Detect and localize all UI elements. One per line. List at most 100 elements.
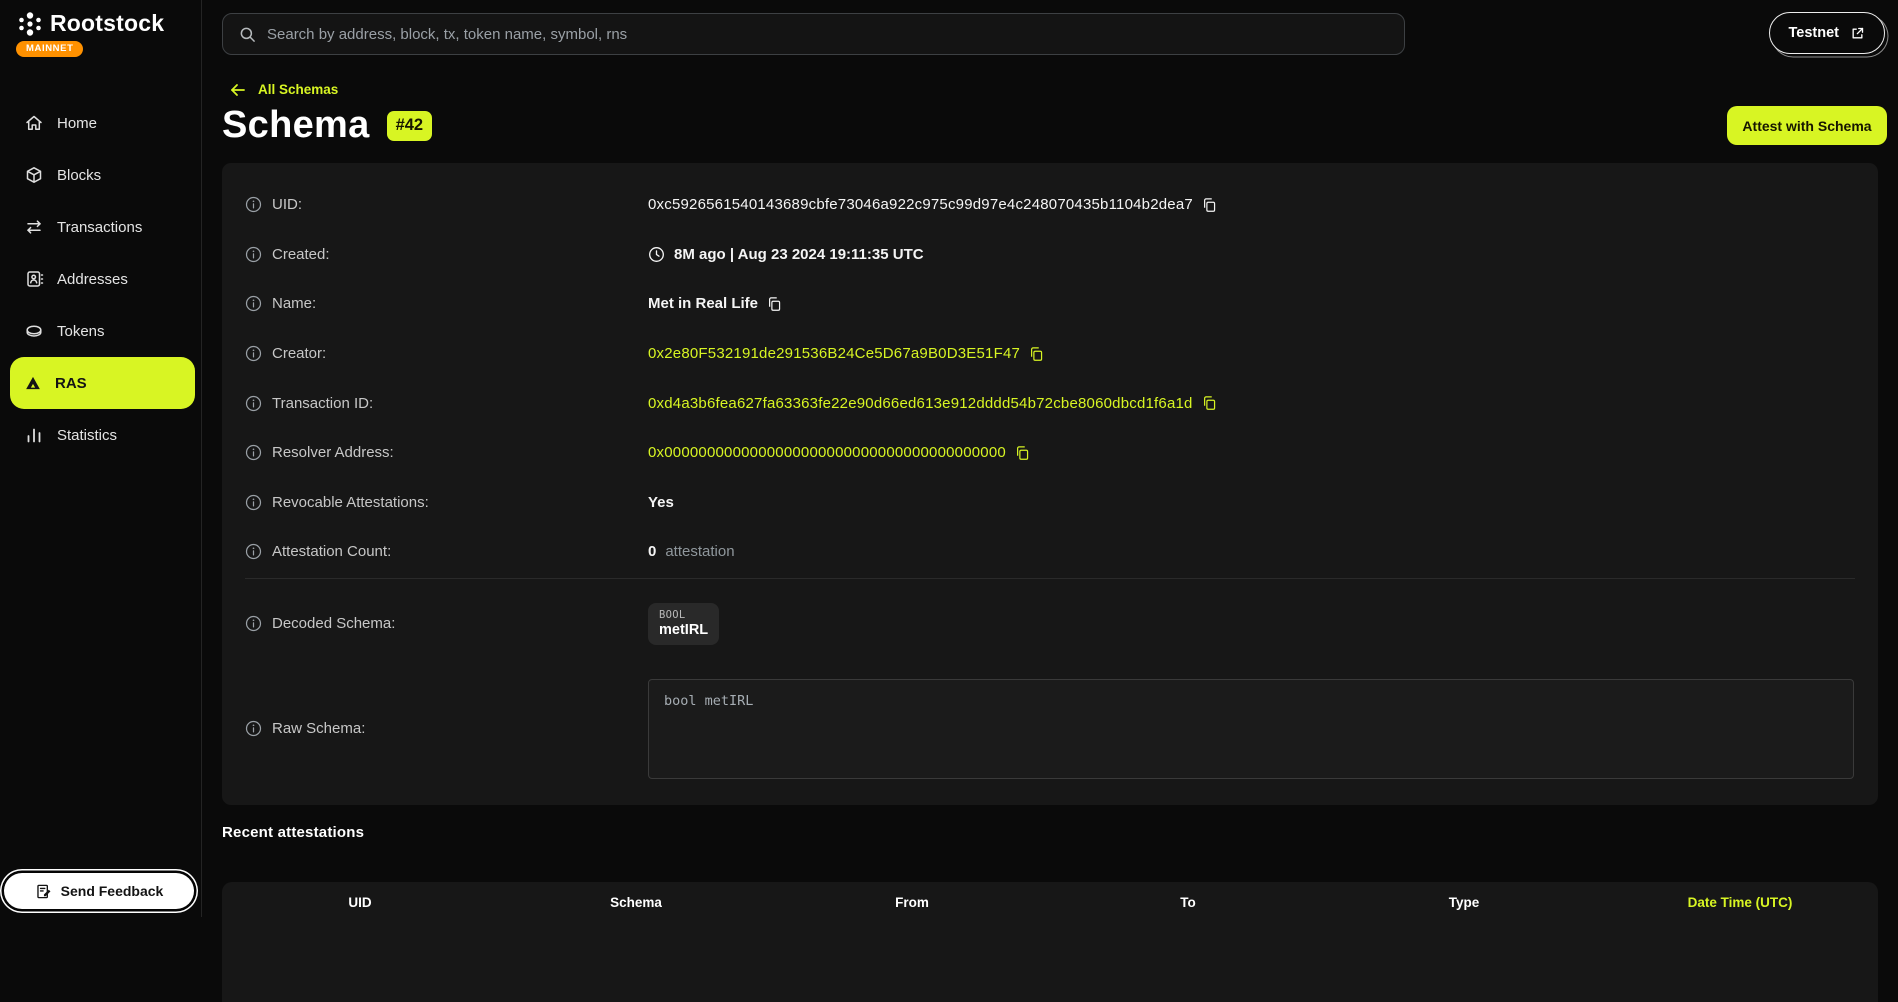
detail-row-decoded-schema: Decoded Schema: BOOL metIRL [222,579,1878,669]
detail-label: UID: [272,196,302,213]
feedback-label: Send Feedback [61,883,164,899]
feedback-pencil-icon [35,883,52,900]
back-link[interactable]: All Schemas [230,82,338,97]
copy-icon[interactable] [1202,197,1217,213]
sidebar-item-label: Transactions [57,219,142,236]
detail-label: Transaction ID: [272,395,373,412]
back-link-label: All Schemas [258,82,338,97]
schema-number-badge: #42 [387,111,433,141]
rootstock-logo-icon [16,11,44,37]
column-header-from: From [774,895,1050,910]
sidebar-item-home[interactable]: Home [0,97,201,149]
sidebar-item-label: RAS [55,375,87,392]
info-icon [245,295,262,312]
detail-label: Name: [272,295,316,312]
detail-row-resolver-address: Resolver Address: 0x00000000000000000000… [222,428,1878,478]
info-icon [245,615,262,632]
decoded-schema-chip: BOOL metIRL [648,603,719,645]
detail-row-revocable: Revocable Attestations: Yes [222,478,1878,528]
column-header-type: Type [1326,895,1602,910]
schema-details-card: UID: 0xc5926561540143689cbfe73046a922c97… [222,163,1878,805]
column-header-uid: UID [222,895,498,910]
attest-with-schema-button[interactable]: Attest with Schema [1727,106,1887,145]
network-switch-label: Testnet [1789,25,1840,41]
detail-label: Revocable Attestations: [272,494,429,511]
column-header-schema: Schema [498,895,774,910]
copy-icon[interactable] [1202,395,1217,411]
cube-icon [24,165,44,185]
swap-arrows-icon [24,217,44,237]
schema-field-type: BOOL [659,609,708,621]
coin-icon [24,321,44,341]
recent-attestations-heading: Recent attestations [222,824,364,841]
sidebar-item-transactions[interactable]: Transactions [0,201,201,253]
detail-row-raw-schema: Raw Schema: bool metIRL [222,669,1878,789]
detail-label: Raw Schema: [272,720,365,737]
detail-label: Creator: [272,345,326,362]
sidebar-item-blocks[interactable]: Blocks [0,149,201,201]
transaction-id-link[interactable]: 0xd4a3b6fea627fa63363fe22e90d66ed613e912… [648,395,1193,412]
copy-icon[interactable] [767,296,782,312]
detail-row-name: Name: Met in Real Life [222,279,1878,329]
bar-chart-icon [24,425,44,445]
detail-row-uid: UID: 0xc5926561540143689cbfe73046a922c97… [222,180,1878,230]
search-box[interactable] [222,13,1405,55]
sidebar-item-label: Addresses [57,271,128,288]
attestation-triangle-icon [24,374,42,392]
detail-label: Resolver Address: [272,444,394,461]
column-header-to: To [1050,895,1326,910]
column-header-datetime: Date Time (UTC) [1602,895,1878,910]
attestation-count-value: 0 [648,543,656,560]
send-feedback-button[interactable]: Send Feedback [4,873,194,909]
attestations-table-header: UID Schema From To Type Date Time (UTC) [222,882,1878,922]
detail-row-created: Created: 8M ago | Aug 23 2024 19:11:35 U… [222,230,1878,280]
address-book-icon [24,269,44,289]
revocable-value: Yes [648,494,674,511]
resolver-address-link[interactable]: 0x00000000000000000000000000000000000000… [648,444,1006,461]
schema-name-value: Met in Real Life [648,295,758,312]
sidebar-item-tokens[interactable]: Tokens [0,305,201,357]
info-icon [245,395,262,412]
attestation-count-unit[interactable]: attestation [665,543,734,560]
network-badge: MAINNET [16,41,83,57]
rootstock-logo[interactable]: Rootstock [16,10,164,37]
detail-row-creator: Creator: 0x2e80F532191de291536B24Ce5D67a… [222,329,1878,379]
sidebar-item-addresses[interactable]: Addresses [0,253,201,305]
sidebar-item-statistics[interactable]: Statistics [0,409,201,461]
creator-address-link[interactable]: 0x2e80F532191de291536B24Ce5D67a9B0D3E51F… [648,345,1020,362]
info-icon [245,345,262,362]
sidebar-nav: Home Blocks Transactions Addresses Token… [0,97,201,461]
info-icon [245,246,262,263]
sidebar-item-label: Statistics [57,427,117,444]
network-switch-button[interactable]: Testnet [1769,12,1886,54]
search-icon [239,26,256,43]
detail-label: Decoded Schema: [272,615,395,632]
page-title: Schema [222,104,370,147]
schema-field-name: metIRL [659,622,708,638]
detail-row-transaction-id: Transaction ID: 0xd4a3b6fea627fa63363fe2… [222,378,1878,428]
info-icon [245,720,262,737]
external-link-icon [1850,26,1865,41]
home-icon [24,113,44,133]
uid-value: 0xc5926561540143689cbfe73046a922c975c99d… [648,196,1193,213]
back-arrow-icon [230,83,246,97]
search-input[interactable] [267,26,1388,43]
info-icon [245,543,262,560]
detail-label: Created: [272,246,330,263]
info-icon [245,444,262,461]
info-icon [245,196,262,213]
clock-icon [648,246,665,263]
detail-label: Attestation Count: [272,543,391,560]
attestations-table: UID Schema From To Type Date Time (UTC) [222,882,1878,1002]
detail-row-attestation-count: Attestation Count: 0 attestation [222,527,1878,577]
sidebar-item-label: Tokens [57,323,105,340]
sidebar-item-label: Home [57,115,97,132]
info-icon [245,494,262,511]
copy-icon[interactable] [1015,445,1030,461]
brand-name: Rootstock [50,10,164,37]
sidebar-item-label: Blocks [57,167,101,184]
sidebar-item-ras[interactable]: RAS [10,357,195,409]
copy-icon[interactable] [1029,346,1044,362]
sidebar: Rootstock MAINNET Home Blocks Transactio… [0,0,202,917]
raw-schema-textarea[interactable]: bool metIRL [648,679,1854,779]
